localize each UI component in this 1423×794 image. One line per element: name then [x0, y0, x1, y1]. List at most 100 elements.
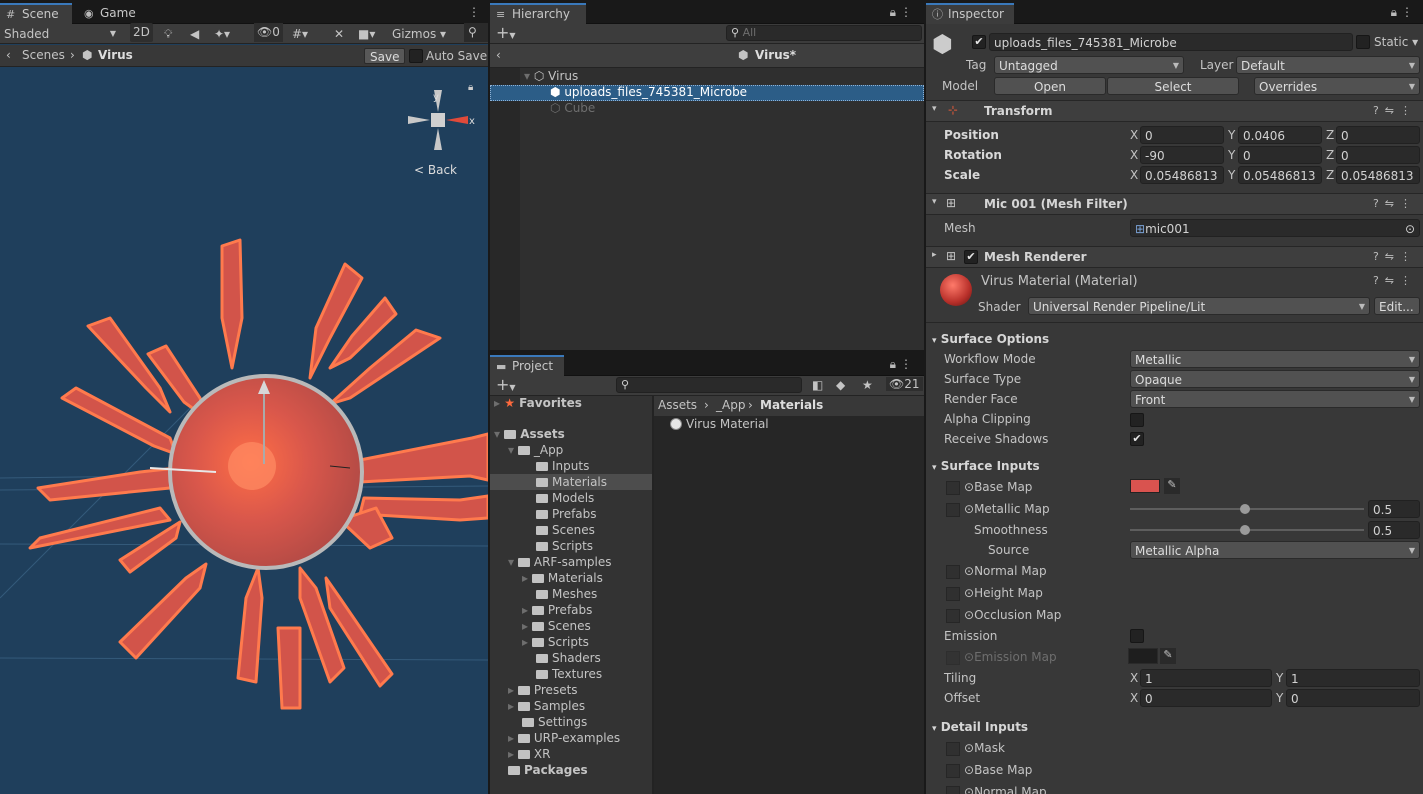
workflow-mode-dropdown[interactable]: Metallic ▼ — [1130, 350, 1420, 368]
tree-item[interactable]: Inputs — [536, 459, 589, 473]
mesh-field[interactable]: ⊞mic001 ⊙ — [1130, 219, 1420, 237]
add-button[interactable]: +▼ — [496, 24, 516, 45]
tree-item[interactable]: Prefabs — [536, 507, 597, 521]
camera-icon[interactable]: ■▾ — [358, 23, 375, 45]
tree-item[interactable]: Textures — [536, 667, 602, 681]
save-button[interactable]: Save — [364, 48, 406, 64]
tree-item-virus[interactable]: ▾ ⬡ Virus — [524, 69, 578, 83]
rotation-y-field[interactable]: 0 — [1238, 146, 1322, 164]
filter-label-icon[interactable]: ◆ — [836, 378, 845, 392]
path-materials[interactable]: Materials — [760, 398, 823, 412]
visibility-icon[interactable]: 👁︎0 — [254, 23, 283, 42]
render-face-dropdown[interactable]: Front ▼ — [1130, 390, 1420, 408]
position-z-field[interactable]: 0 — [1336, 126, 1420, 144]
back-icon[interactable]: ‹ — [496, 48, 501, 62]
surface-options-section[interactable]: ▾ Surface Options — [932, 332, 1049, 346]
scale-y-field[interactable]: 0.05486813 — [1238, 166, 1322, 184]
surface-inputs-section[interactable]: ▾ Surface Inputs — [932, 459, 1040, 473]
tree-item[interactable]: Scripts — [536, 539, 593, 553]
audio-icon[interactable]: ◀︎ — [190, 23, 199, 45]
smoothness-slider-handle[interactable] — [1240, 525, 1250, 535]
tree-item[interactable]: Settings — [522, 715, 587, 729]
lock-icon[interactable]: 🔒︎ — [890, 357, 896, 372]
transform-header[interactable]: ▾ ⊹ Transform ?⇋⋮ — [926, 100, 1423, 122]
scene-viewport[interactable]: y x 🔒︎ < Back — [0, 68, 488, 794]
tools-icon[interactable]: ✕ — [334, 23, 344, 45]
shading-dropdown[interactable]: Shaded ▼ — [4, 23, 118, 45]
shader-dropdown[interactable]: Universal Render Pipeline/Lit ▼ — [1028, 297, 1370, 315]
object-name-field[interactable]: uploads_files_745381_Microbe — [989, 33, 1353, 51]
tree-item[interactable]: Materials — [536, 475, 607, 489]
edit-shader-button[interactable]: Edit... — [1374, 297, 1420, 315]
position-x-field[interactable]: 0 — [1140, 126, 1224, 144]
surface-type-dropdown[interactable]: Opaque ▼ — [1130, 370, 1420, 388]
hierarchy-search-input[interactable]: ⚲ All — [726, 25, 922, 41]
tree-item[interactable]: ▾ ARF-samples — [508, 555, 612, 569]
component-actions-icon[interactable]: ?⇋⋮ — [1373, 274, 1417, 287]
normal-map-slot[interactable] — [946, 565, 960, 579]
detail-inputs-section[interactable]: ▾ Detail Inputs — [932, 720, 1028, 734]
tree-item[interactable]: ▸ Samples — [508, 699, 585, 713]
mask-slot[interactable] — [946, 742, 960, 756]
lock-icon[interactable]: 🔒︎ — [1391, 5, 1397, 20]
tree-item[interactable]: ▸ URP-examples — [508, 731, 620, 745]
hidden-packages-toggle[interactable]: 👁︎21 — [886, 377, 923, 391]
tree-item[interactable]: Meshes — [536, 587, 597, 601]
tree-item-microbe[interactable]: ⬢ uploads_files_745381_Microbe — [550, 85, 747, 99]
gizmo-back-label[interactable]: < Back — [414, 163, 457, 177]
position-y-field[interactable]: 0.0406 — [1238, 126, 1322, 144]
tree-item[interactable]: ▸ Materials — [522, 571, 603, 585]
tree-item[interactable]: Scenes — [536, 523, 595, 537]
static-dropdown[interactable]: Static ▾ — [1374, 35, 1418, 49]
project-search-input[interactable]: ⚲ — [616, 377, 802, 393]
tag-dropdown[interactable]: Untagged ▼ — [994, 56, 1184, 74]
rotation-z-field[interactable]: 0 — [1336, 146, 1420, 164]
active-checkbox[interactable]: ✔ — [972, 35, 986, 49]
add-button[interactable]: +▼ — [496, 376, 516, 397]
effects-icon[interactable]: ✦▾ — [214, 23, 230, 45]
source-dropdown[interactable]: Metallic Alpha ▼ — [1130, 541, 1420, 559]
eyedropper-icon[interactable]: ✎ — [1160, 648, 1176, 664]
smoothness-value-field[interactable]: 0.5 — [1368, 521, 1420, 539]
asset-item[interactable]: Virus Material — [670, 417, 769, 431]
tab-game[interactable]: ◉ Game — [78, 3, 144, 24]
detail-base-map-slot[interactable] — [946, 764, 960, 778]
metallic-map-slot[interactable] — [946, 503, 960, 517]
component-actions-icon[interactable]: ?⇋⋮ — [1373, 197, 1417, 210]
metallic-value-field[interactable]: 0.5 — [1368, 500, 1420, 518]
offset-y-field[interactable]: 0 — [1286, 689, 1420, 707]
detail-normal-map-slot[interactable] — [946, 786, 960, 794]
eyedropper-icon[interactable]: ✎ — [1164, 478, 1180, 494]
alpha-clipping-checkbox[interactable] — [1130, 413, 1144, 427]
breadcrumb-scenes[interactable]: Scenes — [22, 48, 65, 62]
scale-z-field[interactable]: 0.05486813 — [1336, 166, 1420, 184]
rotation-x-field[interactable]: -90 — [1140, 146, 1224, 164]
lock-icon[interactable]: 🔒︎ — [890, 5, 896, 20]
emission-color-swatch[interactable] — [1128, 648, 1158, 664]
more-options-icon[interactable]: ⋮ — [468, 5, 480, 19]
height-map-slot[interactable] — [946, 587, 960, 601]
static-checkbox[interactable] — [1356, 35, 1370, 49]
scale-x-field[interactable]: 0.05486813 — [1140, 166, 1224, 184]
tab-hierarchy[interactable]: ≡ Hierarchy — [490, 3, 586, 24]
tab-inspector[interactable]: ⓘ Inspector — [926, 3, 1014, 24]
tree-item[interactable]: ▸ Prefabs — [522, 603, 592, 617]
select-button[interactable]: Select — [1107, 77, 1239, 95]
favorite-icon[interactable]: ★ — [862, 378, 873, 392]
grid-snap-icon[interactable]: #▾ — [292, 23, 308, 45]
receive-shadows-checkbox[interactable]: ✔ — [1130, 432, 1144, 446]
object-picker-icon[interactable]: ⊙ — [1405, 220, 1415, 236]
tree-assets[interactable]: ▾ Assets — [494, 427, 565, 441]
metallic-slider-handle[interactable] — [1240, 504, 1250, 514]
path-app[interactable]: _App — [716, 398, 745, 412]
autosave-checkbox[interactable] — [409, 49, 423, 63]
more-options-icon[interactable]: ⋮ — [900, 5, 912, 19]
component-actions-icon[interactable]: ?⇋⋮ — [1373, 104, 1417, 117]
tree-packages[interactable]: Packages — [508, 763, 588, 777]
tab-project[interactable]: ▬ Project — [490, 355, 564, 376]
gizmo-lock-icon[interactable]: 🔒︎ — [468, 82, 473, 93]
occlusion-map-slot[interactable] — [946, 609, 960, 623]
filter-type-icon[interactable]: ◧ — [812, 378, 823, 392]
base-map-slot[interactable] — [946, 481, 960, 495]
tiling-y-field[interactable]: 1 — [1286, 669, 1420, 687]
